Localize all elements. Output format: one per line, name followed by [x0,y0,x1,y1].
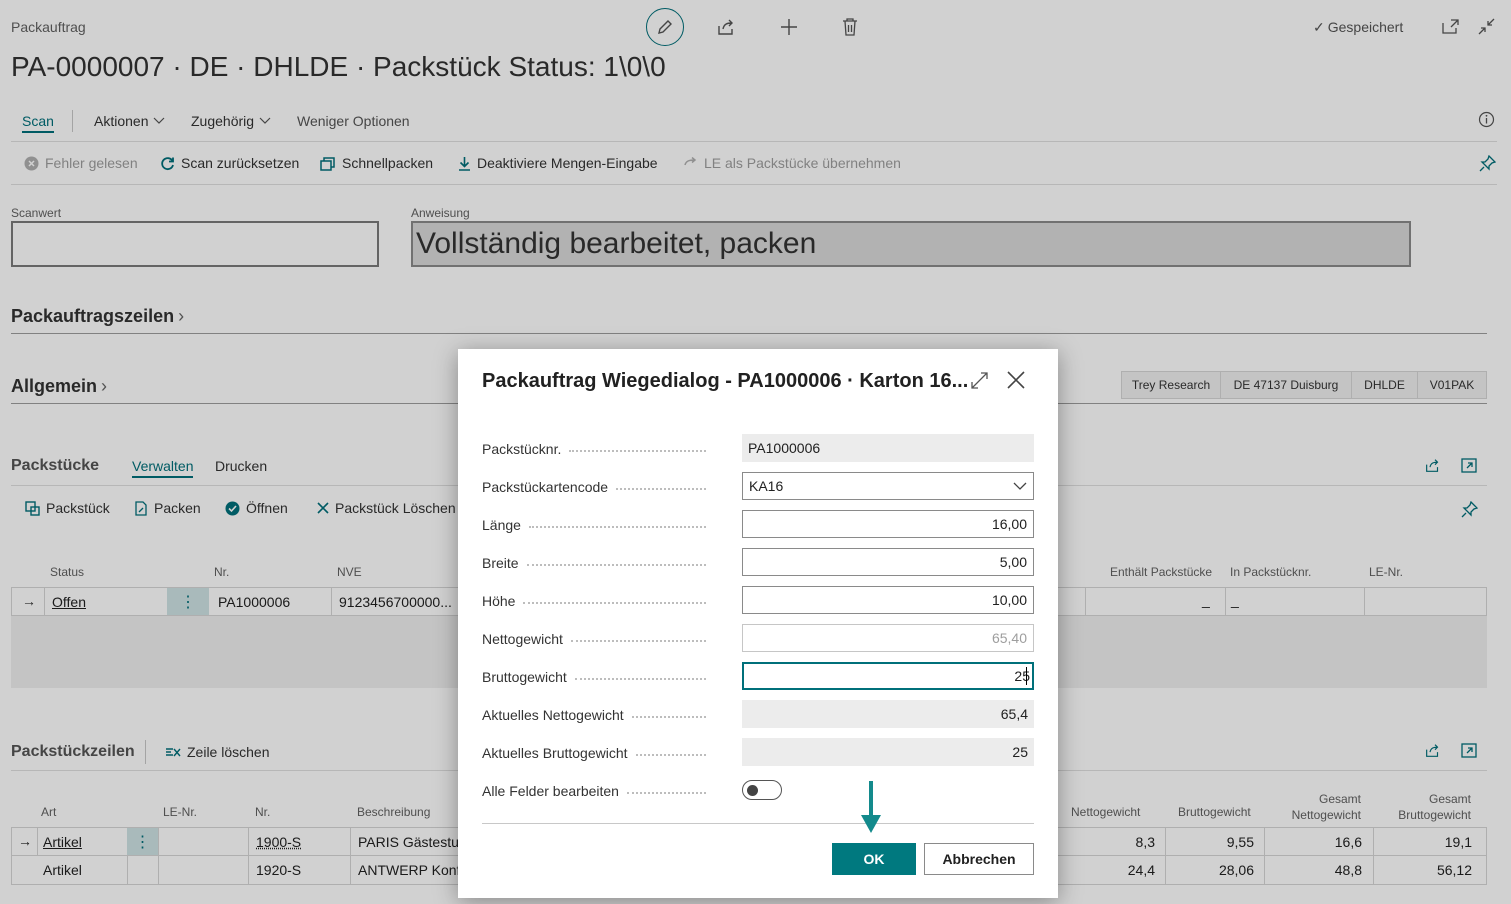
aktuelles-nettogewicht-field: 65,4 [742,700,1034,728]
cancel-button[interactable]: Abbrechen [924,843,1034,875]
dialog-footer-divider [482,823,1034,824]
label-text: Bruttogewicht [482,669,567,685]
label-text: Aktuelles Bruttogewicht [482,745,628,761]
maximize-icon[interactable] [971,372,988,389]
bruttogewicht-input[interactable]: 25 [742,662,1034,690]
arrow-down-icon [861,781,881,833]
weigh-dialog: Packauftrag Wiegedialog - PA1000006 · Ka… [458,349,1058,898]
label-text: Nettogewicht [482,631,563,647]
breite-input[interactable]: 5,00 [742,548,1034,576]
toggle-knob [747,785,758,796]
laenge-input[interactable]: 16,00 [742,510,1034,538]
text-cursor [1026,667,1027,685]
field-label-alle-felder: Alle Felder bearbeiten [482,783,712,799]
field-label-artencode: Packstückartencode [482,479,712,495]
hoehe-input[interactable]: 10,00 [742,586,1034,614]
label-text: Packstücknr. [482,441,562,457]
field-label-akt-brutto: Aktuelles Bruttogewicht [482,745,712,761]
nettogewicht-input[interactable]: 65,40 [742,624,1034,652]
dialog-title: Packauftrag Wiegedialog - PA1000006 · Ka… [482,370,969,392]
ok-button[interactable]: OK [832,843,916,875]
close-icon[interactable] [1007,371,1025,389]
artencode-select[interactable]: KA16 [742,472,1034,500]
label-text: Alle Felder bearbeiten [482,783,619,799]
field-label-netto: Nettogewicht [482,631,712,647]
field-label-brutto: Bruttogewicht [482,669,712,685]
label-text: Packstückartencode [482,479,609,495]
bruttogewicht-value: 25 [1014,668,1030,684]
field-label-hoehe: Höhe [482,593,712,609]
label-text: Aktuelles Nettogewicht [482,707,624,723]
label-text: Höhe [482,593,516,609]
label-text: Länge [482,517,521,533]
chevron-down-icon [1013,482,1027,490]
field-label-breite: Breite [482,555,712,571]
artencode-value: KA16 [749,478,784,494]
field-label-laenge: Länge [482,517,712,533]
aktuelles-bruttogewicht-field: 25 [742,738,1034,766]
field-label-packstuecknr: Packstücknr. [482,441,712,457]
label-text: Breite [482,555,519,571]
field-label-akt-netto: Aktuelles Nettogewicht [482,707,712,723]
alle-felder-toggle[interactable] [742,780,782,800]
packstuecknr-field: PA1000006 [742,434,1034,462]
